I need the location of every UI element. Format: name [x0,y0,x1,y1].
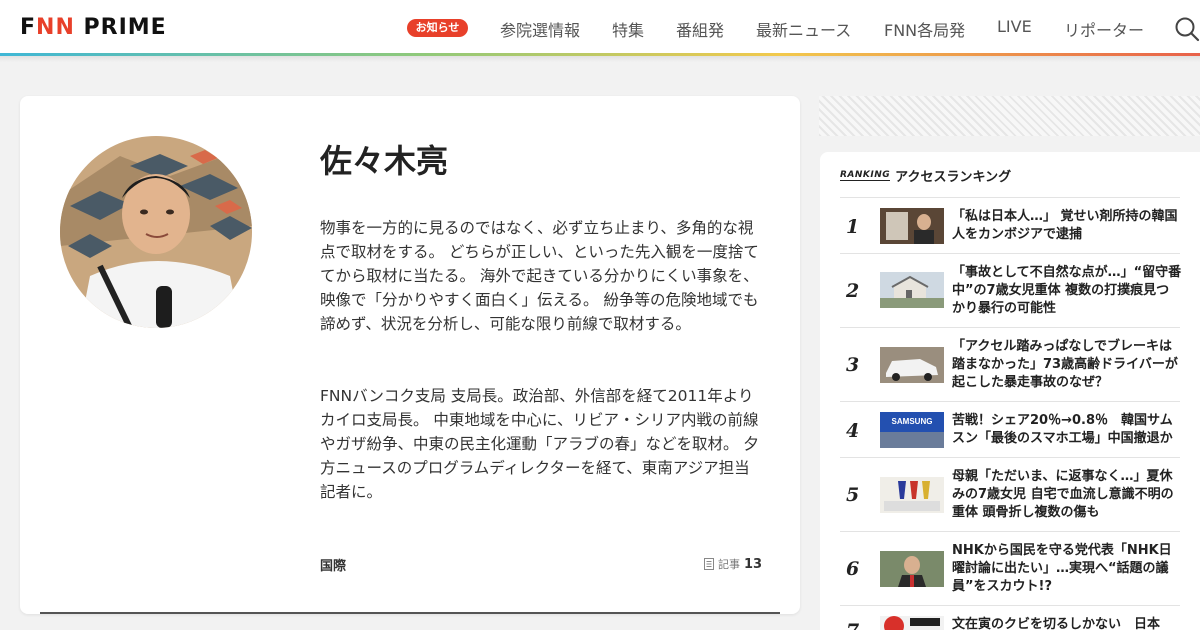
ranking-thumbnail[interactable] [880,477,944,513]
ranking-item[interactable]: 2 「事故として不自然な点が…」“留守番中”の7歳女児重体 複数の打撲痕見つかり… [840,253,1182,327]
notice-badge[interactable]: お知らせ [407,19,468,37]
article-count-label: 記事 [718,558,740,571]
nav-item-fnn-stations[interactable]: FNN各局発 [884,17,965,41]
samsung-sign: SAMSUNG [880,412,944,432]
reporter-bio-philosophy: 物事を一方的に見るのではなく、必ず立ち止まり、多角的な視点で取材をする。 どちら… [320,219,759,333]
article-count: 記事 13 [704,556,762,572]
rank-number: 1 [846,216,860,238]
article-count-value: 13 [744,556,763,572]
reporter-avatar [60,136,252,328]
card-divider [40,612,780,614]
ranking-item[interactable]: 6 NHKから国民を守る党代表「NHK日曜討論に出たい」…実現へ“話題の議員”を… [840,531,1180,605]
site-header: FNN PRIME お知らせ 参院選情報 特集 番組発 最新ニュース FNN各局… [0,0,1200,56]
ranking-thumbnail[interactable] [880,347,944,383]
ranking-title[interactable]: 母親「ただいま、に返事なく…」夏休みの7歳女児 自宅で血流し意識不明の重体 頭骨… [952,468,1182,522]
ranking-thumbnail[interactable] [880,208,944,244]
ranking-item[interactable]: 1 「私は日本人…」 覚せい剤所持の韓国人をカンボジアで逮捕 [840,197,1180,253]
ranking-item[interactable]: 7 文在寅のクビを切るしかない 日本 [840,605,1180,630]
rank-number: 6 [846,558,860,580]
ad-placeholder [819,96,1200,136]
ranking-title[interactable]: NHKから国民を守る党代表「NHK日曜討論に出たい」…実現へ“話題の議員”をスカ… [952,542,1182,596]
ranking-item[interactable]: 5 母親「ただいま、に返事なく…」夏休みの7歳女児 自宅で血流し意識不明の重体 … [840,457,1180,531]
rank-number: 3 [846,354,860,376]
rank-number: 7 [846,620,859,630]
ranking-title[interactable]: 「私は日本人…」 覚せい剤所持の韓国人をカンボジアで逮捕 [952,208,1182,244]
ranking-thumbnail[interactable] [880,551,944,587]
nav-item-programs[interactable]: 番組発 [676,17,724,41]
nav-item-election[interactable]: 参院選情報 [500,17,580,41]
ranking-item[interactable]: 3 「アクセル踏みっぱなしでブレーキは踏まなかった」73歳高齢ドライバーが起こし… [840,327,1180,401]
ranking-thumbnail[interactable]: SAMSUNG [880,412,944,448]
category-tag-international[interactable]: 国際 [320,555,346,574]
header-shadow [0,56,1200,62]
rank-number: 5 [846,484,860,506]
ranking-item[interactable]: 4 SAMSUNG 苦戦！シェア20％→0.8％ 韓国サムスン「最後のスマホ工場… [840,401,1180,457]
ranking-label-en: RANKING [840,170,891,181]
ranking-label-jp: アクセスランキング [895,170,1012,185]
ranking-header: RANKING アクセスランキング [840,166,1011,185]
rank-number: 2 [846,280,860,302]
ranking-thumbnail[interactable] [880,272,944,308]
reporter-name: 佐々木亮 [320,142,449,180]
search-icon[interactable] [1174,16,1200,42]
nav-item-reporters[interactable]: リポーター [1064,17,1144,41]
ranking-title[interactable]: 「アクセル踏みっぱなしでブレーキは踏まなかった」73歳高齢ドライバーが起こした暴… [952,338,1182,392]
reporter-bio-career: FNNバンコク支局 支局長。政治部、外信部を経て2011年よりカイロ支局長。 中… [320,387,759,501]
nav-item-features[interactable]: 特集 [612,17,644,41]
document-icon [704,558,714,570]
rank-number: 4 [846,420,860,442]
ranking-title[interactable]: 文在寅のクビを切るしかない 日本 [952,616,1180,630]
nav-item-live[interactable]: LIVE [997,17,1032,36]
fnn-prime-logo[interactable]: FNN PRIME [20,15,167,40]
ranking-title[interactable]: 苦戦！シェア20％→0.8％ 韓国サムスン「最後のスマホ工場」中国撤退か [952,412,1182,448]
ranking-title[interactable]: 「事故として不自然な点が…」“留守番中”の7歳女児重体 複数の打撲痕見つかり暴行… [952,264,1182,318]
nav-item-latest-news[interactable]: 最新ニュース [756,17,851,41]
ranking-thumbnail[interactable] [880,616,944,630]
